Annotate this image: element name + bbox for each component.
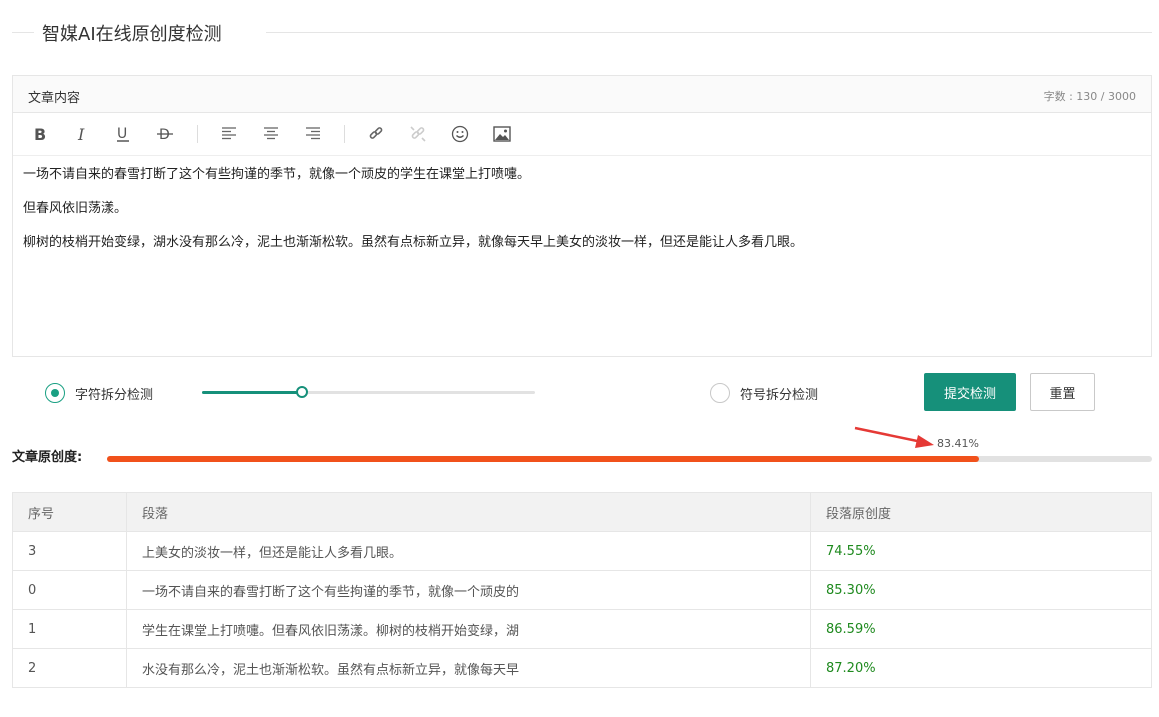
table-row: 1 学生在课堂上打喷嚏。但春风依旧荡漾。柳树的枝梢开始变绿，湖 86.59% (12, 609, 1152, 649)
submit-button[interactable]: 提交检测 (924, 373, 1016, 411)
editor-label: 文章内容 (28, 91, 81, 106)
divider (12, 32, 34, 33)
align-right-icon[interactable] (301, 123, 325, 145)
toolbar-separator (197, 125, 198, 143)
table-header-row: 序号 段落 段落原创度 (12, 492, 1152, 532)
word-count: 字数 : 130 / 3000 (1043, 90, 1136, 103)
editor-toolbar: B I U D (13, 113, 1151, 156)
table-row: 3 上美女的淡妆一样，但还是能让人多看几眼。 74.55% (12, 531, 1152, 571)
symbol-split-label: 符号拆分检测 (740, 388, 819, 403)
table-row: 2 水没有那么冷，泥土也渐渐松软。虽然有点标新立异，就像每天早 87.20% (12, 648, 1152, 688)
underline-icon[interactable]: U (111, 123, 135, 145)
originality-fill (107, 456, 979, 462)
arrow-icon (854, 426, 934, 448)
row-index: 3 (12, 531, 127, 571)
row-paragraph: 上美女的淡妆一样，但还是能让人多看几眼。 (126, 531, 811, 571)
table-row: 0 一场不请自来的春雪打断了这个有些拘谨的季节，就像一个顽皮的 85.30% (12, 570, 1152, 610)
row-paragraph: 水没有那么冷，泥土也渐渐松软。虽然有点标新立异，就像每天早 (126, 648, 811, 688)
row-originality: 87.20% (810, 648, 1152, 688)
bold-icon[interactable]: B (28, 123, 52, 145)
paragraph: 柳树的枝梢开始变绿，湖水没有那么冷，泥土也渐渐松软。虽然有点标新立异，就像每天早… (23, 235, 804, 250)
divider (266, 32, 1152, 33)
column-header: 序号 (12, 492, 127, 532)
reset-button[interactable]: 重置 (1030, 373, 1095, 411)
column-header: 段落原创度 (810, 492, 1152, 532)
row-index: 0 (12, 570, 127, 610)
row-index: 2 (12, 648, 127, 688)
emoji-icon[interactable] (448, 123, 472, 145)
align-left-icon[interactable] (217, 123, 241, 145)
image-icon[interactable] (490, 123, 514, 145)
originality-progress (107, 456, 1152, 462)
editor-content[interactable]: 一场不请自来的春雪打断了这个有些拘谨的季节，就像一个顽皮的学生在课堂上打喷嚏。 … (13, 156, 1151, 278)
slider-handle[interactable] (295, 386, 308, 398)
row-paragraph: 一场不请自来的春雪打断了这个有些拘谨的季节，就像一个顽皮的 (126, 570, 811, 610)
strikethrough-icon[interactable]: D (153, 123, 177, 145)
row-index: 1 (12, 609, 127, 649)
char-split-radio[interactable] (45, 383, 65, 403)
row-originality: 86.59% (810, 609, 1152, 649)
originality-value: 83.41% (937, 437, 979, 450)
align-center-icon[interactable] (259, 123, 283, 145)
row-originality: 74.55% (810, 531, 1152, 571)
title-row: 智媒AI在线原创度检测 (12, 18, 1152, 48)
results-table: 序号 段落 段落原创度 3 上美女的淡妆一样，但还是能让人多看几眼。 74.55… (12, 492, 1152, 688)
options-row: 字符拆分检测 符号拆分检测 提交检测 重置 (0, 372, 1159, 412)
split-slider[interactable] (202, 386, 535, 398)
page-title: 智媒AI在线原创度检测 (42, 24, 222, 45)
rich-text-editor: 文章内容 字数 : 130 / 3000 B I U D 一场不请自来的春雪打断… (12, 75, 1152, 357)
symbol-split-radio[interactable] (710, 383, 730, 403)
editor-header: 文章内容 字数 : 130 / 3000 (13, 76, 1151, 113)
link-icon[interactable] (364, 123, 388, 145)
svg-text:B: B (34, 126, 46, 142)
row-originality: 85.30% (810, 570, 1152, 610)
column-header: 段落 (126, 492, 811, 532)
italic-icon[interactable]: I (70, 123, 94, 145)
originality-label: 文章原创度: (12, 450, 83, 465)
paragraph: 但春风依旧荡漾。 (23, 201, 128, 216)
unlink-icon[interactable] (406, 123, 430, 145)
toolbar-separator (344, 125, 345, 143)
svg-text:I: I (77, 126, 85, 142)
char-split-label: 字符拆分检测 (75, 388, 154, 403)
row-paragraph: 学生在课堂上打喷嚏。但春风依旧荡漾。柳树的枝梢开始变绿，湖 (126, 609, 811, 649)
slider-fill (202, 391, 302, 394)
svg-text:U: U (117, 126, 127, 142)
paragraph: 一场不请自来的春雪打断了这个有些拘谨的季节，就像一个顽皮的学生在课堂上打喷嚏。 (23, 167, 531, 182)
